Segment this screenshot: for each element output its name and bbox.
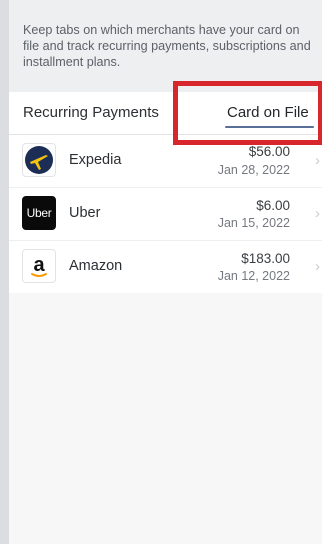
merchant-date: Jan 12, 2022 bbox=[217, 269, 290, 283]
merchant-row-amazon[interactable]: a Amazon $183.00 Jan 12, 2022 › bbox=[9, 241, 322, 293]
card-on-file-panel: Keep tabs on which merchants have your c… bbox=[9, 0, 322, 544]
uber-logo: Uber bbox=[22, 196, 56, 230]
uber-logo-text: Uber bbox=[26, 206, 52, 220]
tab-card-on-file[interactable]: Card on File bbox=[227, 104, 309, 121]
intro-banner: Keep tabs on which merchants have your c… bbox=[9, 0, 322, 92]
chevron-right-icon: › bbox=[315, 205, 320, 222]
merchant-list: Expedia $56.00 Jan 28, 2022 › Uber Uber … bbox=[9, 135, 322, 293]
amazon-logo: a bbox=[22, 249, 56, 283]
window-edge bbox=[0, 0, 9, 544]
chevron-right-icon: › bbox=[315, 152, 320, 169]
merchant-name: Expedia bbox=[69, 152, 122, 168]
merchant-row-uber[interactable]: Uber Uber $6.00 Jan 15, 2022 › bbox=[9, 188, 322, 241]
merchant-name: Amazon bbox=[69, 258, 123, 274]
merchant-row-expedia[interactable]: Expedia $56.00 Jan 28, 2022 › bbox=[9, 135, 322, 188]
active-tab-indicator bbox=[225, 126, 314, 128]
expedia-logo bbox=[22, 143, 56, 177]
tab-recurring-payments[interactable]: Recurring Payments bbox=[23, 104, 159, 121]
merchant-amount: $183.00 bbox=[241, 251, 290, 266]
tab-bar: Recurring Payments Card on File bbox=[9, 92, 322, 135]
merchant-name: Uber bbox=[69, 205, 101, 221]
merchant-amount: $56.00 bbox=[248, 144, 290, 159]
merchant-date: Jan 15, 2022 bbox=[217, 216, 290, 230]
chevron-right-icon: › bbox=[315, 258, 320, 275]
amazon-smile-icon: a bbox=[31, 254, 47, 277]
merchant-date: Jan 28, 2022 bbox=[217, 163, 290, 177]
amazon-logo-letter: a bbox=[33, 254, 45, 276]
intro-text: Keep tabs on which merchants have your c… bbox=[23, 23, 311, 69]
merchant-amount: $6.00 bbox=[256, 198, 290, 213]
expedia-plane-icon bbox=[25, 146, 53, 174]
